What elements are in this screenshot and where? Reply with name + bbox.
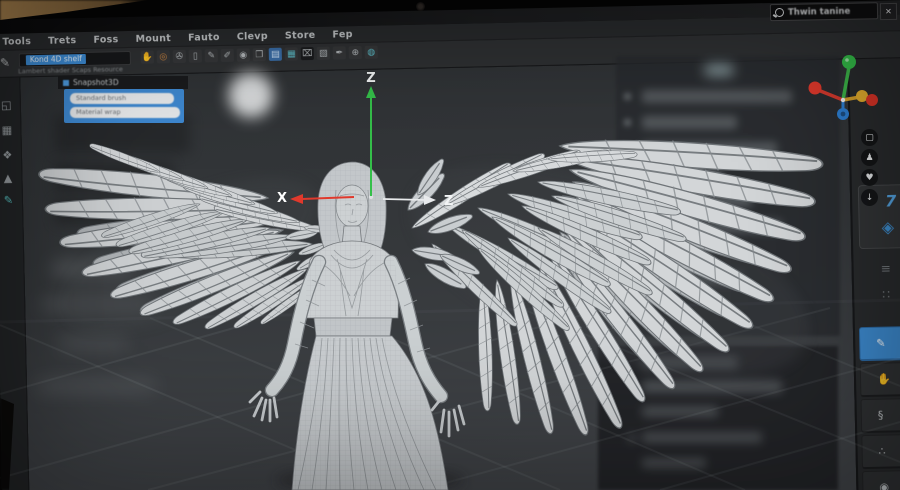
panel-icon bbox=[63, 79, 69, 86]
search-bar: Thwin tanine ✕ bbox=[769, 2, 898, 22]
panel-option[interactable]: Standard brush bbox=[70, 93, 174, 104]
nav-axis-gizmo[interactable] bbox=[808, 55, 879, 120]
favorite-button[interactable]: ♥ bbox=[861, 169, 878, 186]
panel-title: Snapshot3D bbox=[73, 78, 119, 87]
search-text: Thwin tanine bbox=[787, 6, 851, 18]
frame-button[interactable]: ▢ bbox=[861, 129, 878, 146]
download-button[interactable]: ↓ bbox=[861, 189, 878, 206]
panel-selection: Standard brush Material wrap bbox=[64, 89, 184, 123]
panel-header[interactable]: Snapshot3D bbox=[58, 76, 188, 89]
axis-ball-red[interactable] bbox=[808, 81, 822, 95]
search-icon bbox=[774, 7, 785, 18]
search-input[interactable]: Thwin tanine bbox=[769, 2, 879, 22]
panel-option[interactable]: Material wrap bbox=[70, 107, 180, 118]
axis-ball-red2[interactable] bbox=[866, 94, 878, 106]
photo-of-monitor: Tools Trets Foss Mount Fauto Clevp Store… bbox=[0, 0, 900, 490]
viewport-float-buttons: ▢ ♟ ♥ ↓ bbox=[861, 129, 878, 209]
svg-text:Z: Z bbox=[366, 71, 375, 86]
close-button[interactable]: ✕ bbox=[879, 2, 898, 21]
viewport-tool-panel: Snapshot3D Standard brush Material wrap bbox=[58, 76, 188, 123]
svg-text:X: X bbox=[277, 191, 287, 206]
figure-button[interactable]: ♟ bbox=[861, 149, 878, 166]
svg-text:Z: Z bbox=[444, 194, 453, 209]
axis-ball-green[interactable] bbox=[842, 55, 856, 69]
viewport-scene: Z X Z Snapshot3D Standard brush Material… bbox=[0, 0, 900, 490]
